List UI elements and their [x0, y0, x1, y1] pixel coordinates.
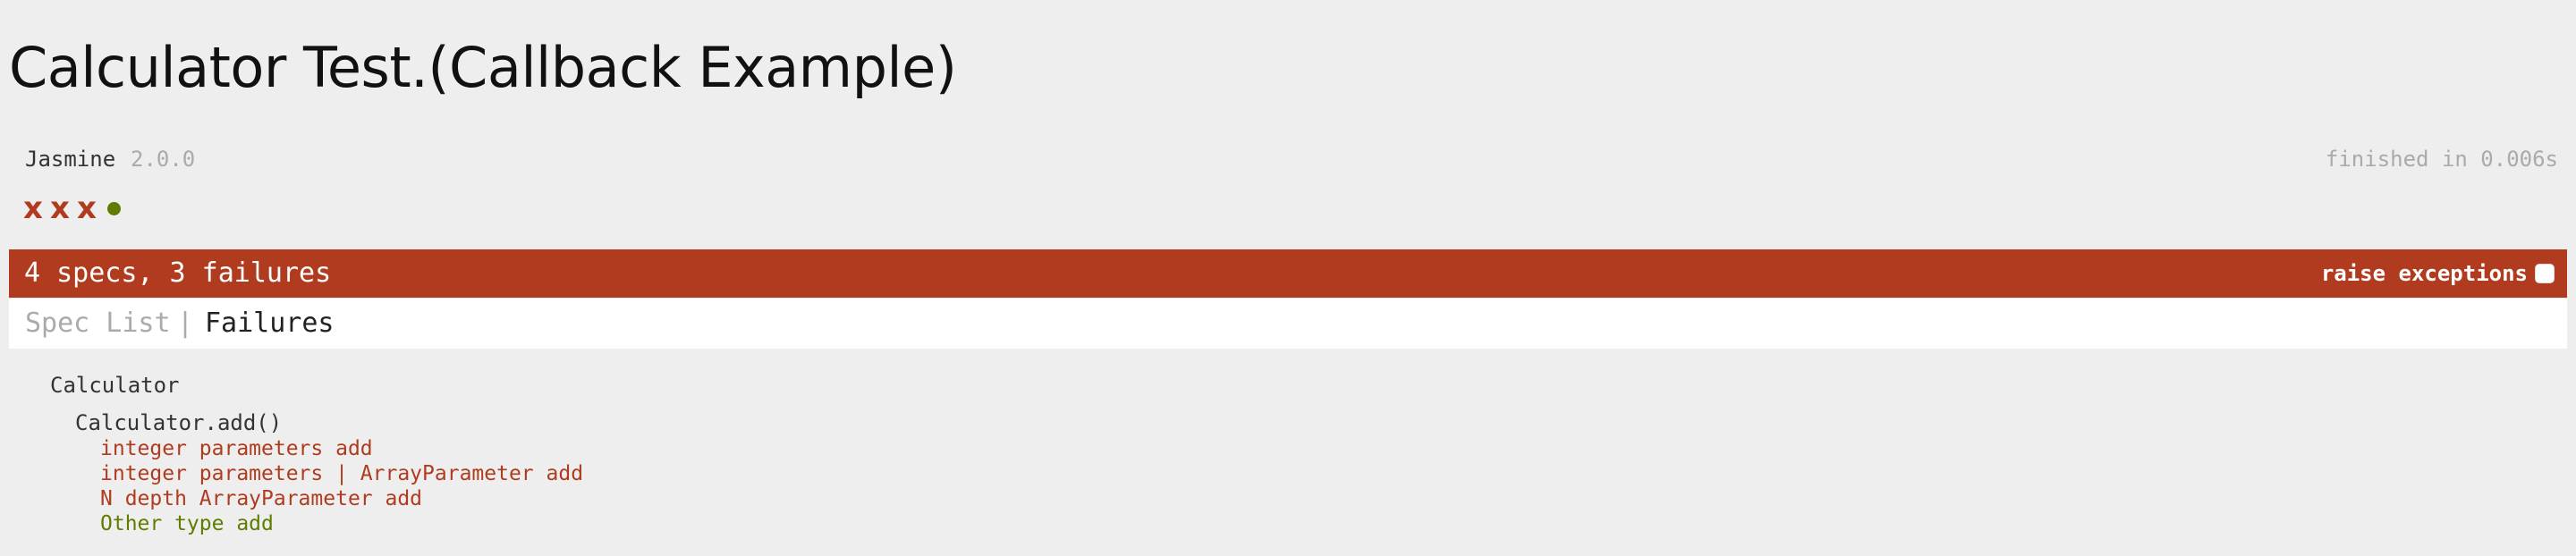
specs-failures-summary: 4 specs, 3 failures: [24, 257, 332, 289]
spec-item-passed[interactable]: Other type add: [100, 511, 583, 536]
results-menu-bar: Spec List | Failures: [9, 299, 2567, 349]
run-duration: finished in 0.006s: [2325, 147, 2558, 172]
symbol-summary: x x x: [23, 190, 121, 226]
failed-spec-symbol[interactable]: x: [77, 190, 97, 226]
jasmine-banner: Jasmine 2.0.0 finished in 0.006s: [9, 143, 2567, 175]
framework-version: 2.0.0: [131, 147, 196, 172]
page-title: Calculator Test.(Callback Example): [9, 35, 957, 100]
spec-results: Calculator Calculator.add() integer para…: [50, 371, 583, 535]
raise-exceptions-label: raise exceptions: [2320, 261, 2528, 286]
failed-spec-symbol[interactable]: x: [23, 190, 43, 226]
nested-suite-title[interactable]: Calculator.add(): [75, 409, 583, 436]
spec-item-failed[interactable]: N depth ArrayParameter add: [100, 486, 583, 511]
raise-exceptions-checkbox[interactable]: [2535, 264, 2555, 283]
nested-suite: Calculator.add() integer parameters add …: [75, 409, 583, 536]
menu-separator: |: [177, 307, 194, 339]
failed-spec-symbol[interactable]: x: [50, 190, 70, 226]
suite-title[interactable]: Calculator: [50, 371, 180, 400]
failures-link[interactable]: Failures: [205, 299, 335, 349]
results-alert-bar: 4 specs, 3 failures raise exceptions: [9, 249, 2567, 298]
raise-exceptions-toggle[interactable]: raise exceptions: [2321, 261, 2555, 286]
spec-item-failed[interactable]: integer parameters add: [100, 436, 583, 461]
spec-item-failed[interactable]: integer parameters | ArrayParameter add: [100, 461, 583, 486]
spec-list-link[interactable]: Spec List: [25, 299, 171, 349]
passed-spec-dot-icon[interactable]: [107, 201, 121, 215]
framework-name: Jasmine: [25, 147, 116, 172]
spec-list: integer parameters add integer parameter…: [100, 436, 583, 536]
